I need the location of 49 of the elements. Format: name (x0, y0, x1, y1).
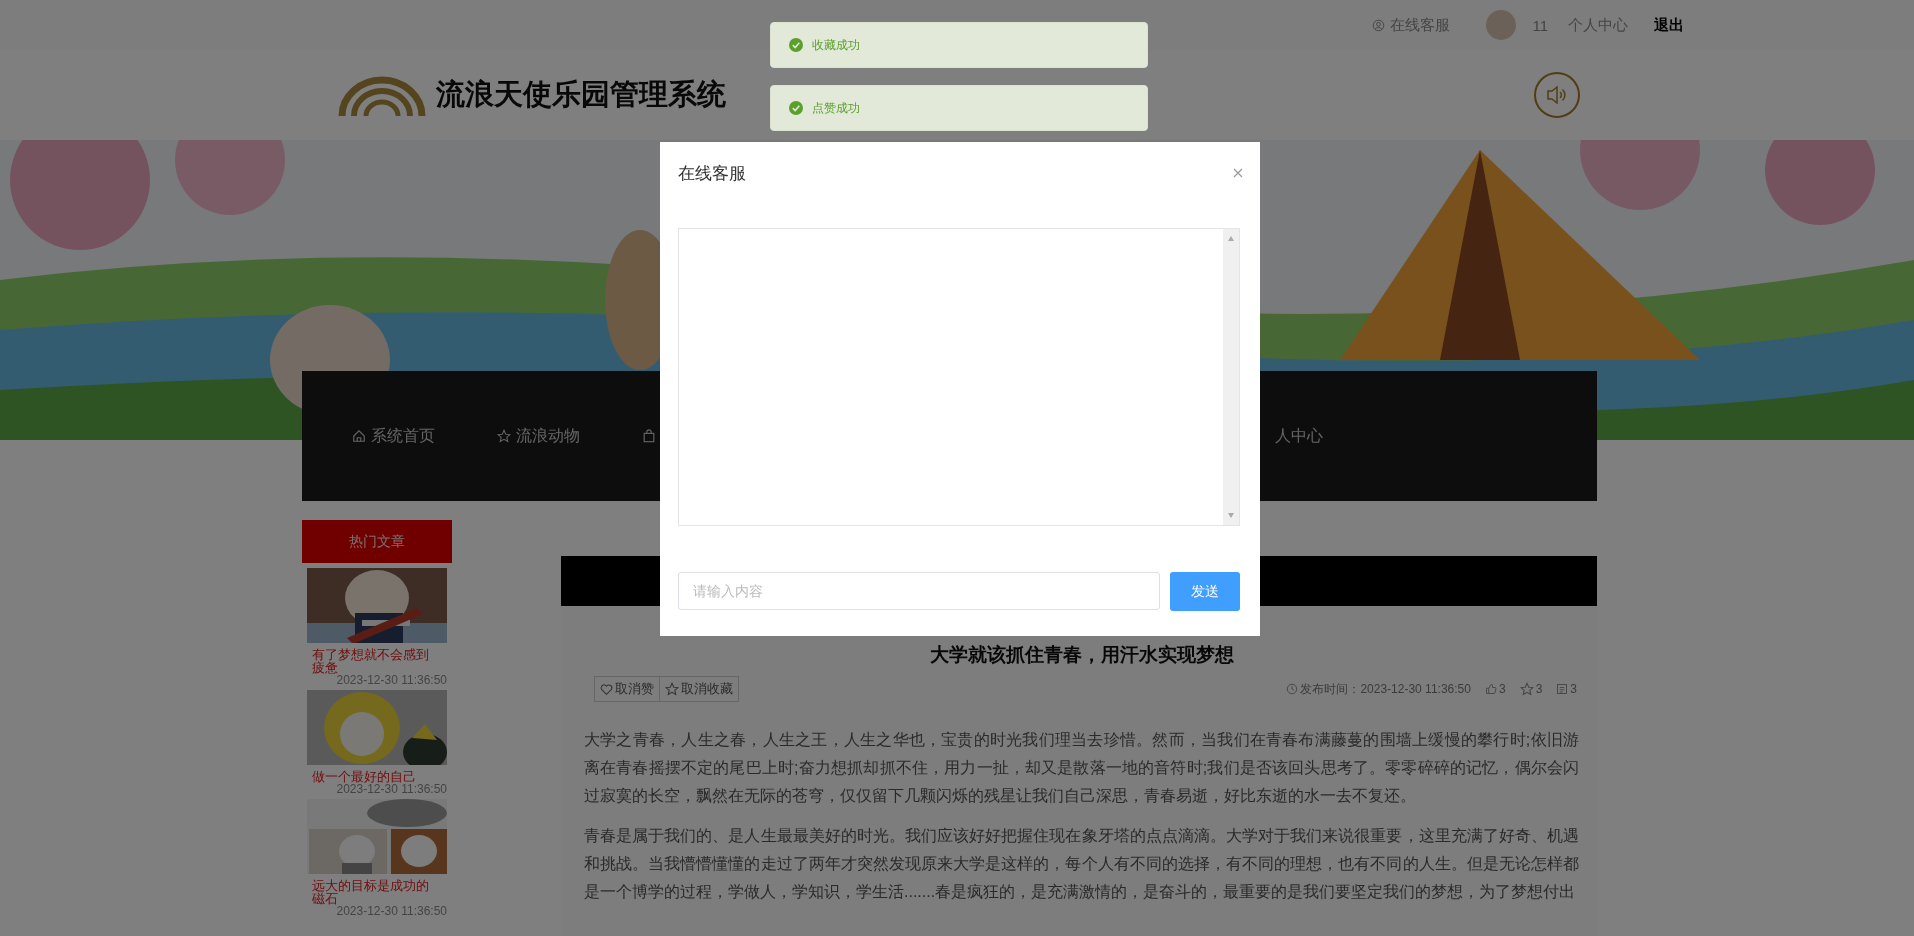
user-icon (1372, 18, 1386, 32)
article-link[interactable]: 远大的目标是成功的磁石 (307, 879, 447, 905)
star-icon (497, 429, 511, 443)
close-icon (1232, 167, 1244, 179)
article-title: 大学就该抓住青春，用汗水实现梦想 (928, 643, 1235, 667)
site-title: 流浪天使乐园管理系统 (436, 77, 726, 112)
article-date: 2023-12-30 11:36:50 (336, 905, 447, 918)
close-button[interactable] (1232, 167, 1244, 179)
speaker-icon (1545, 83, 1569, 107)
music-button[interactable] (1534, 72, 1580, 118)
article-date: 2023-12-30 11:36:50 (336, 674, 447, 687)
nav-item[interactable]: 流浪动物 (497, 425, 642, 447)
comment-icon (1556, 683, 1569, 695)
article-paragraph: 大学之青春，人生之春，人生之王，人生之华也，宝贵的时光我们理当去珍惜。然而，当我们在青春布满藤蔓的围墙上缓慢的攀行时;依旧游离在青春摇摆不定的尾巴上时;奋力想抓却抓不住，用力一扯，却又是散落一地的音符时;我们是否该回头思考了。零零碎碎的记忆，偶尔会闪过寂寞的长空，飘然在无际的苍穹，仅仅留下几颗闪烁的残星让我们自己深思，青春易逝，好比东逝的水一去不复还。 (584, 730, 1579, 806)
article-link[interactable]: 做一个最好的自己 (307, 770, 447, 783)
home-icon (352, 429, 366, 443)
nav-item[interactable]: 系统首页 (352, 425, 497, 447)
check-circle-icon (789, 38, 803, 52)
clock-icon (1286, 683, 1299, 695)
heart-icon (600, 682, 613, 696)
nav-item[interactable]: 人中心 (1275, 425, 1323, 447)
toast-text: 收藏成功 (812, 36, 860, 54)
user-id: 11 (1532, 16, 1548, 34)
check-circle-icon (789, 101, 803, 115)
publish-time: 发布时间：2023-12-30 11:36:50 (1300, 680, 1471, 698)
avatar[interactable] (1486, 10, 1517, 40)
article-paragraph: 青春是属于我们的、是人生最最美好的时光。我们应该好好把握住现在象牙塔的点点滴滴。大学对于我们来说很重要，这里充满了好奇、机遇和挑战。当我懵懵懂懂的走过了两年才突然发现原来大学是这样的，每个人有不同的选择，有不同的理想，也有不同的人生。但是无论怎样都是一个博学的过程，学做人，学知识，学生活.......春是疯狂的，是充满激情的，是奋斗的，最重要的是我们要坚定我们的梦想，为了梦想付出 (584, 826, 1579, 902)
down-arrow-icon (1227, 512, 1235, 519)
toast-text: 点赞成功 (812, 99, 860, 117)
bag-icon[interactable] (642, 429, 656, 443)
thumb-up-icon (1484, 683, 1497, 695)
article-link[interactable]: 有了梦想就不会感到疲惫 (307, 648, 447, 674)
service-link[interactable]: 在线客服 (1372, 15, 1451, 35)
like-count: 3 (1498, 682, 1506, 696)
star-icon (1519, 682, 1534, 696)
favorite-count: 3 (1535, 682, 1543, 696)
comment-count: 3 (1570, 682, 1577, 696)
star-icon (665, 682, 679, 696)
unfavorite-button[interactable]: 取消收藏 (659, 677, 738, 701)
section-heading: 热门文章 (302, 520, 452, 563)
up-arrow-icon (1227, 235, 1235, 242)
send-button[interactable]: 发送 (1170, 572, 1240, 611)
profile-link[interactable]: 个人中心 (1568, 15, 1628, 35)
message-input[interactable]: 请输入内容 (678, 572, 1160, 610)
dialog-title: 在线客服 (678, 162, 746, 185)
scroll-bar[interactable] (1223, 229, 1239, 525)
logout-link[interactable]: 退出 (1654, 15, 1684, 35)
article-date: 2023-12-30 11:36:50 (335, 783, 447, 796)
unlike-button[interactable]: 取消赞 (595, 677, 659, 701)
